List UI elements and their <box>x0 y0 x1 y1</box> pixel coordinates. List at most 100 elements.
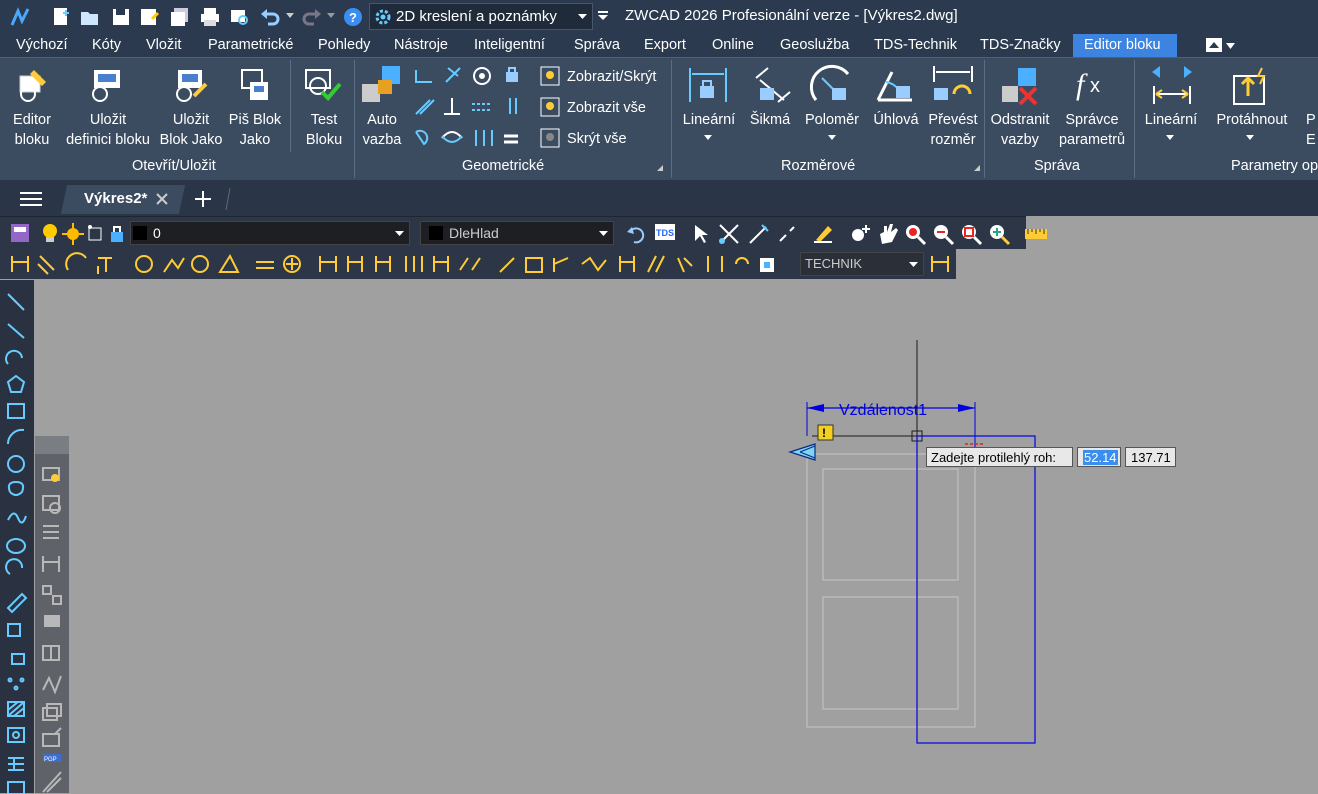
palette-tools-icons[interactable]: PGP <box>41 464 65 794</box>
print-icon[interactable] <box>200 7 220 27</box>
dim-toolbar-icons[interactable] <box>8 252 798 275</box>
ribbon-minimize-icon[interactable] <box>1206 38 1238 54</box>
panel-expand-icon[interactable] <box>657 165 663 171</box>
block-inner-rect-bottom <box>822 596 959 710</box>
tab-vychozi[interactable]: Výchozí <box>16 37 68 53</box>
zoom-realtime-icon[interactable] <box>904 223 927 246</box>
panel-title-action-params: Parametry op <box>1231 158 1318 174</box>
save-block-definition-button[interactable]: Uložit definici bloku <box>60 110 156 150</box>
save-block-as-button[interactable]: Uložit Blok Jako <box>158 110 224 150</box>
draw-tools-icons[interactable] <box>5 292 28 794</box>
dropdown-arrow-icon[interactable] <box>1166 135 1174 140</box>
break-icon[interactable] <box>778 223 796 245</box>
hide-all-button[interactable]: Skrýt vše <box>567 129 627 149</box>
auto-constrain-button[interactable]: Auto vazba <box>358 110 406 150</box>
dim-update-icon[interactable] <box>930 254 950 274</box>
block-editor-button[interactable]: Editor bloku <box>6 110 58 150</box>
layer-lock-icon[interactable] <box>108 223 126 243</box>
save-icon[interactable] <box>112 7 130 27</box>
tab-nastroje[interactable]: Nástroje <box>394 37 448 53</box>
btn-label-2: Blok Jako <box>159 132 223 148</box>
select-icon[interactable] <box>692 224 710 244</box>
angular-dim-icon <box>876 71 912 102</box>
btn-label-1: P <box>1306 112 1316 128</box>
tab-geosluzba[interactable]: Geoslužba <box>780 37 849 53</box>
write-block-as-button[interactable]: Piš Blok Jako <box>226 110 284 150</box>
layer-dropdown[interactable]: 0 <box>130 221 410 245</box>
aligned-dimension-button[interactable]: Šikmá <box>744 110 796 130</box>
edit-pencil-icon[interactable] <box>812 222 834 244</box>
panel-expand-icon[interactable] <box>974 165 980 171</box>
close-icon[interactable] <box>156 193 168 205</box>
delete-constraints-icon <box>1002 68 1038 106</box>
dropdown-arrow-icon[interactable] <box>1246 135 1254 140</box>
x-coordinate-input[interactable]: 52.14 <box>1077 447 1121 467</box>
btn-label-1: Odstranit <box>990 112 1050 128</box>
convert-dimension-button[interactable]: Převést rozměr <box>926 110 980 150</box>
zoom-out-icon[interactable] <box>932 223 955 246</box>
open-file-icon[interactable] <box>80 8 100 26</box>
measure-icon[interactable] <box>1024 227 1048 241</box>
customize-toolbar-icon[interactable] <box>597 10 609 22</box>
tab-parametricke[interactable]: Parametrické <box>208 37 293 53</box>
convert-dim-icon <box>933 66 973 100</box>
truncated-button[interactable]: PE <box>1306 110 1318 150</box>
angular-dimension-button[interactable]: Úhlová <box>868 110 924 130</box>
point-filter-icon[interactable] <box>850 223 872 245</box>
tab-sprava[interactable]: Správa <box>574 37 620 53</box>
layer-freeze-icon[interactable] <box>62 223 84 245</box>
tab-koty[interactable]: Kóty <box>92 37 121 53</box>
dropdown-arrow-icon[interactable] <box>704 135 712 140</box>
undo-zoom-icon[interactable] <box>626 224 648 244</box>
print-preview-icon[interactable] <box>230 7 250 27</box>
test-block-button[interactable]: Test Bloku <box>296 110 352 150</box>
hamburger-menu-icon[interactable] <box>20 191 42 207</box>
save-all-icon[interactable] <box>170 7 190 27</box>
extend-icon[interactable] <box>748 223 770 245</box>
selection-window <box>916 435 1036 744</box>
y-coordinate-input[interactable]: 137.71 <box>1125 447 1176 467</box>
tab-online[interactable]: Online <box>712 37 754 53</box>
dimstyle-dropdown[interactable]: TECHNIK <box>800 252 924 276</box>
dropdown-arrow-icon[interactable] <box>828 135 836 140</box>
parameters-manager-button[interactable]: Správce parametrů <box>1056 110 1128 150</box>
tds-icon[interactable]: TDS <box>654 223 676 243</box>
help-icon[interactable]: ? <box>343 7 363 27</box>
delete-constraints-button[interactable]: Odstranit vazby <box>986 110 1054 150</box>
tab-editor-bloku[interactable]: Editor bloku <box>1084 37 1161 53</box>
geometric-constraints-grid-icon[interactable] <box>412 66 526 152</box>
new-file-icon[interactable] <box>52 7 70 27</box>
tab-vlozit[interactable]: Vložit <box>146 37 181 53</box>
tab-tds-technik[interactable]: TDS-Technik <box>874 37 957 53</box>
layer-manager-icon[interactable] <box>10 223 30 243</box>
workspace-dropdown[interactable]: 2D kreslení a poznámky <box>369 3 593 30</box>
tab-tds-znacky[interactable]: TDS-Značky <box>980 37 1061 53</box>
show-hide-button[interactable]: Zobrazit/Skrýt <box>567 67 656 87</box>
save-as-icon[interactable] <box>140 7 160 27</box>
draw-toolbar <box>0 280 34 794</box>
pan-icon[interactable] <box>876 222 900 246</box>
palette-header[interactable] <box>35 436 69 454</box>
redo-dropdown-icon[interactable] <box>327 13 335 19</box>
linear-parameter-button[interactable]: Lineární <box>1142 110 1200 130</box>
tab-export[interactable]: Export <box>644 37 686 53</box>
hide-all-icon <box>540 128 560 148</box>
radius-dimension-button[interactable]: Poloměr <box>802 110 862 130</box>
zoom-extents-icon[interactable] <box>988 223 1011 246</box>
layer-viewport-icon[interactable] <box>86 223 104 243</box>
tab-inteligentni[interactable]: Inteligentní <box>474 37 545 53</box>
show-all-button[interactable]: Zobrazit vše <box>567 98 646 118</box>
trim-icon[interactable] <box>718 223 740 245</box>
add-tab-icon[interactable] <box>194 190 212 208</box>
linear-dimension-button[interactable]: Lineární <box>680 110 738 130</box>
redo-icon[interactable] <box>302 8 322 26</box>
document-tab-label[interactable]: Výkres2* <box>84 190 147 207</box>
zoom-window-icon[interactable] <box>960 223 983 246</box>
linetype-dropdown[interactable]: DleHlad <box>420 221 614 245</box>
undo-icon[interactable] <box>260 8 280 26</box>
layer-on-icon[interactable] <box>40 223 60 245</box>
tab-pohledy[interactable]: Pohledy <box>318 37 370 53</box>
stretch-button[interactable]: Protáhnout <box>1212 110 1292 130</box>
undo-dropdown-icon[interactable] <box>286 13 294 19</box>
save-block-def-icon <box>92 70 120 102</box>
